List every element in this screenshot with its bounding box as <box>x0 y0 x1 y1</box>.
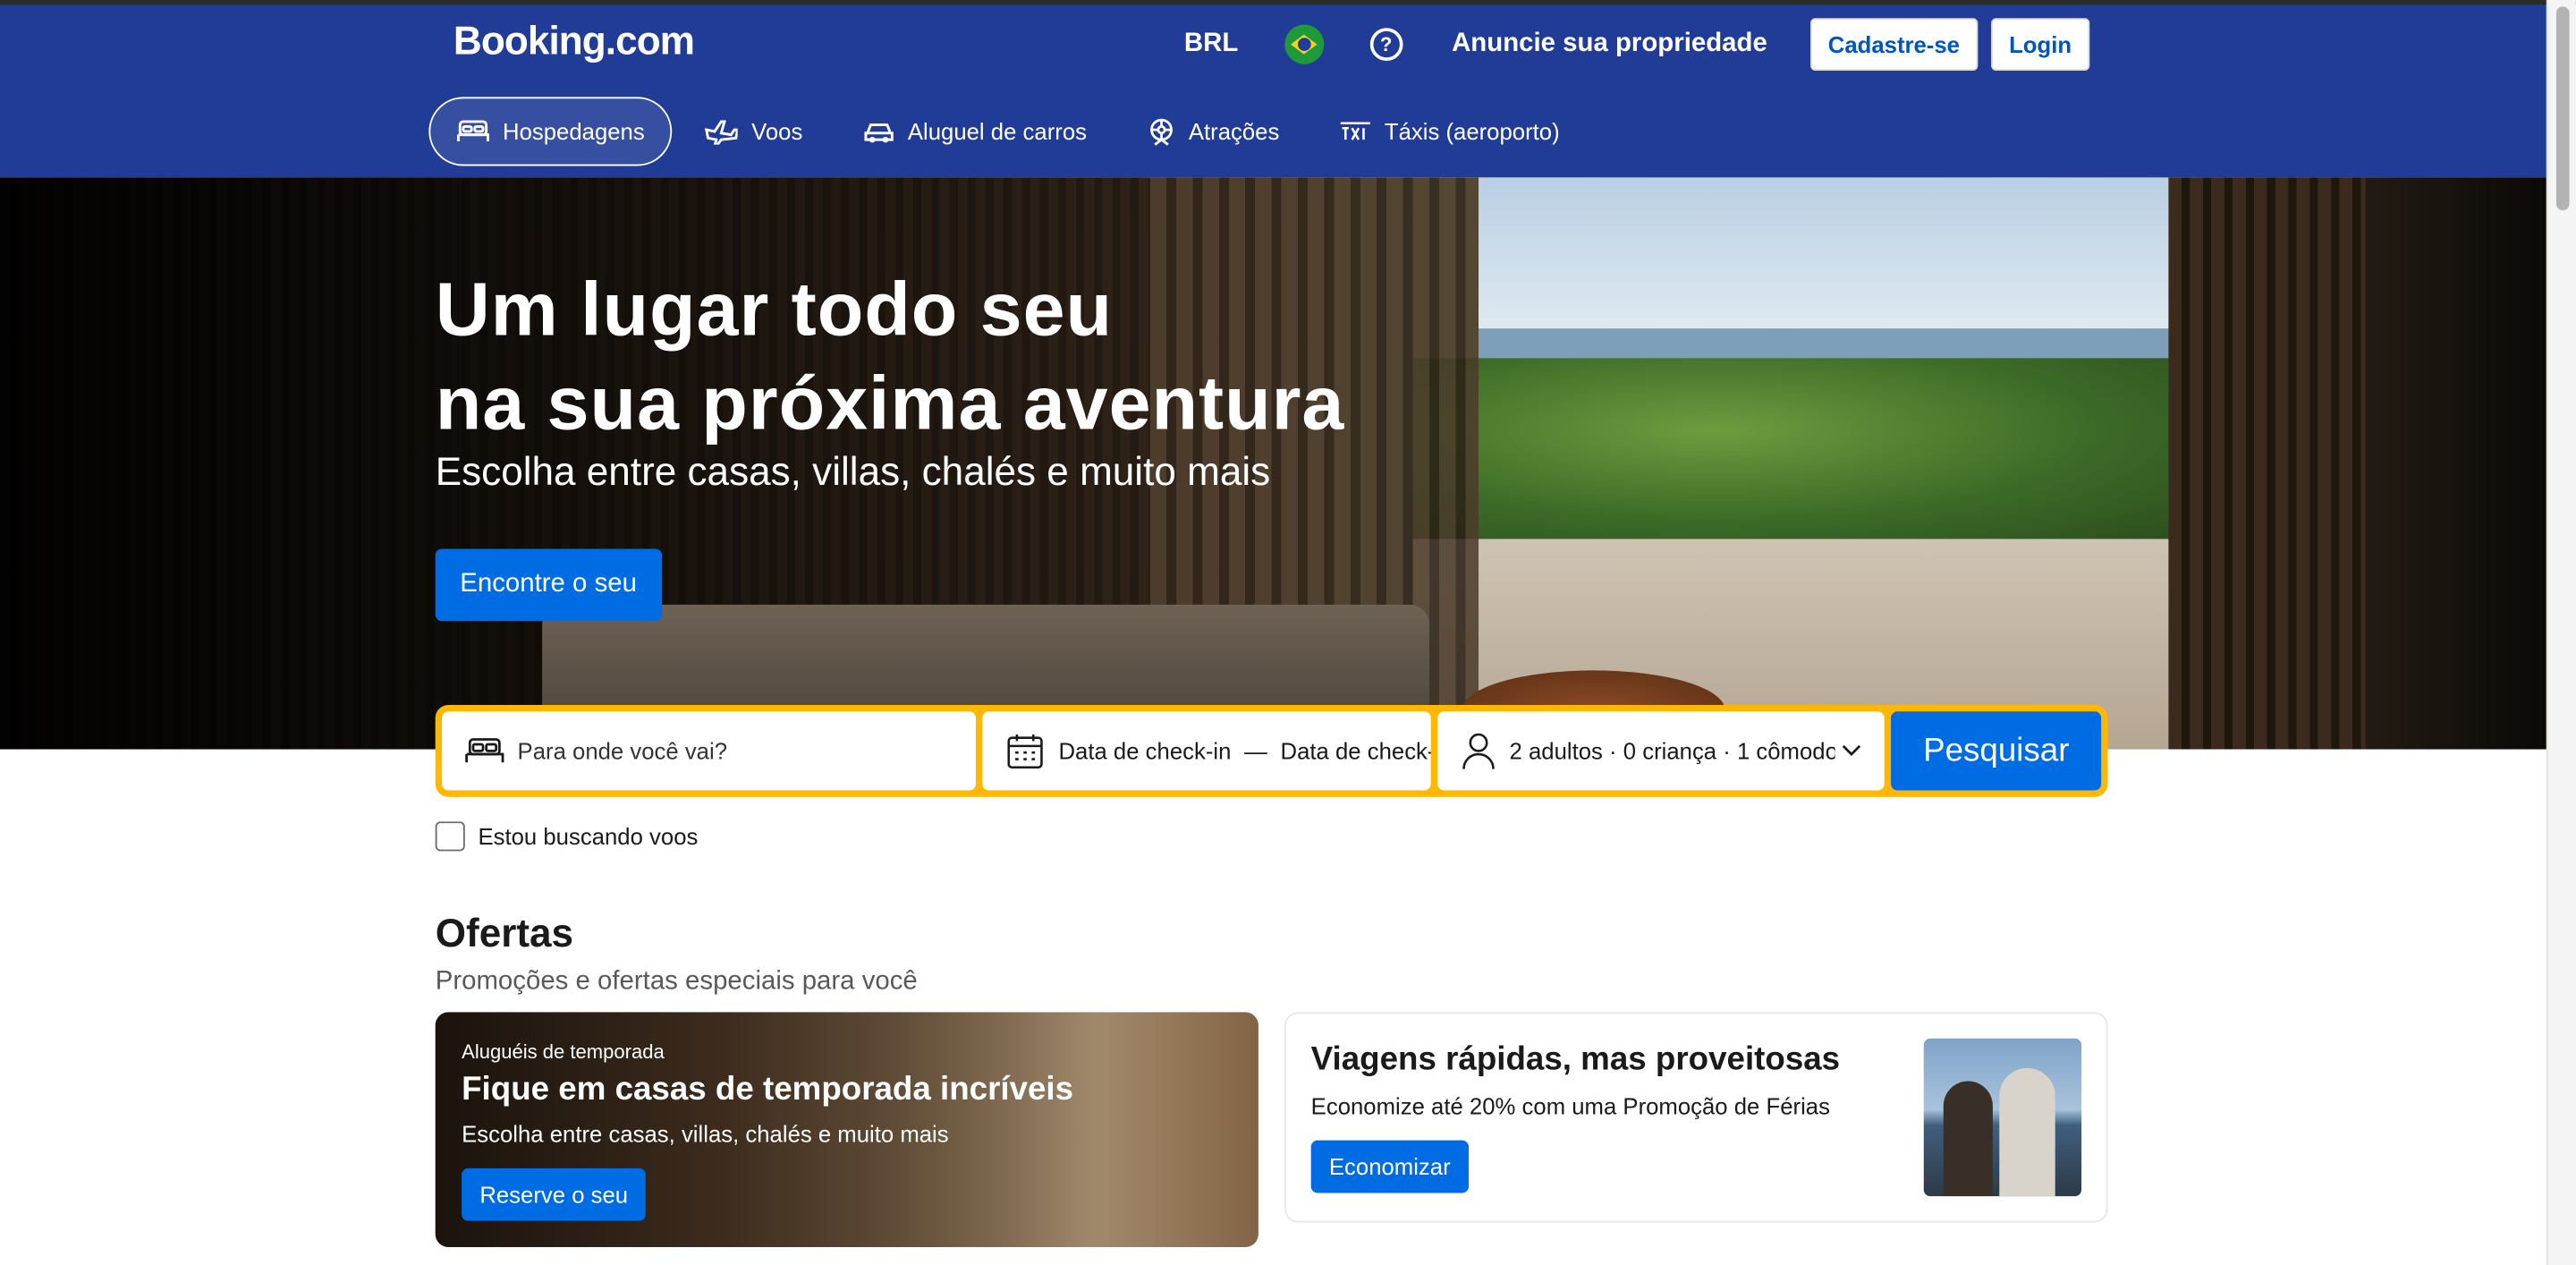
plane-icon <box>705 120 739 145</box>
page-scrollbar[interactable] <box>2546 0 2576 1265</box>
hero-image-wood-slats-right <box>2168 177 2366 750</box>
hero-title: Um lugar todo seu na sua próxima aventur… <box>436 263 1345 450</box>
find-yours-button[interactable]: Encontre o seu <box>435 548 662 622</box>
booking-logo[interactable]: Booking.com <box>453 20 695 65</box>
flights-checkbox-label: Estou buscando voos <box>478 823 699 850</box>
destination-placeholder: Para onde você vai? <box>517 737 727 765</box>
nav-item-label: Hospedagens <box>503 118 645 145</box>
date-picker[interactable]: Data de check-in — Data de check-out <box>982 711 1431 791</box>
attractions-icon <box>1149 118 1173 146</box>
search-bar: Para onde você vai? Data de check-in — D… <box>435 704 2108 797</box>
offers-title: Ofertas <box>435 912 574 956</box>
bed-icon <box>456 120 489 141</box>
nav-item-label: Aluguel de carros <box>907 118 1087 145</box>
bed-icon <box>465 738 504 763</box>
hero-image-sky <box>1479 177 2169 329</box>
nav-item-label: Atrações <box>1188 118 1280 145</box>
guests-summary: 2 adultos · 0 criança · 1 cômodo <box>1509 737 1835 765</box>
header-actions: BRL ? Anuncie sua propriedade Cadastre-s… <box>1184 18 2090 71</box>
book-yours-button[interactable]: Reserve o seu <box>462 1167 647 1221</box>
card-description: Escolha entre casas, villas, chalés e mu… <box>462 1120 949 1148</box>
nav-item-label: Táxis (aeroporto) <box>1384 118 1560 145</box>
flights-checkbox-row[interactable]: Estou buscando voos <box>435 821 699 852</box>
person-icon <box>1462 733 1495 769</box>
offers-subtitle: Promoções e ofertas especiais para você <box>435 967 918 997</box>
car-icon <box>863 123 893 143</box>
couple-photo <box>1923 1038 2082 1197</box>
product-nav: Hospedagens Voos Aluguel de carros Atraç… <box>428 97 1592 166</box>
login-button[interactable]: Login <box>1990 18 2090 71</box>
page: Booking.com BRL ? Anuncie sua propriedad… <box>0 0 2576 1265</box>
nav-item-flights[interactable]: Voos <box>679 97 828 166</box>
nav-item-car-rentals[interactable]: Aluguel de carros <box>835 97 1113 166</box>
guests-selector[interactable]: 2 adultos · 0 criança · 1 cômodo <box>1436 711 1885 791</box>
destination-input[interactable]: Para onde você vai? <box>442 711 977 791</box>
hero-title-line-2: na sua próxima aventura <box>435 360 1345 446</box>
flights-checkbox[interactable] <box>435 821 465 852</box>
card-description: Economize até 20% com uma Promoção de Fé… <box>1310 1092 1830 1119</box>
checkin-label: Data de check-in <box>1058 737 1232 765</box>
site-header: Booking.com BRL ? Anuncie sua propriedad… <box>0 4 2546 178</box>
help-icon[interactable]: ? <box>1369 28 1402 61</box>
nav-item-attractions[interactable]: Atrações <box>1120 97 1306 166</box>
search-button[interactable]: Pesquisar <box>1891 711 2102 791</box>
card-heading: Viagens rápidas, mas proveitosas <box>1310 1041 1841 1078</box>
checkout-label: Data de check-out <box>1280 737 1431 765</box>
list-property-link[interactable]: Anuncie sua propriedade <box>1452 30 1767 59</box>
hero-banner: Um lugar todo seu na sua próxima aventur… <box>0 177 2546 750</box>
vacation-rentals-card[interactable]: Aluguéis de temporada Fique em casas de … <box>435 1012 1258 1248</box>
card-label: Aluguéis de temporada <box>462 1040 665 1064</box>
currency-selector[interactable]: BRL <box>1184 30 1238 59</box>
nav-item-label: Voos <box>751 118 803 145</box>
register-button[interactable]: Cadastre-se <box>1809 18 1979 71</box>
hero-image-sea <box>1479 328 2169 359</box>
scrollbar-thumb[interactable] <box>2555 6 2570 211</box>
card-heading: Fique em casas de temporada incríveis <box>462 1071 1074 1108</box>
calendar-icon <box>1008 734 1044 769</box>
holiday-deal-card[interactable]: Viagens rápidas, mas proveitosas Economi… <box>1284 1012 2108 1223</box>
chevron-down-icon <box>1842 744 1860 756</box>
save-button[interactable]: Economizar <box>1310 1140 1469 1193</box>
hero-image-greenery <box>1412 358 2169 539</box>
nav-item-airport-taxis[interactable]: Táxis (aeroporto) <box>1312 97 1586 166</box>
brazil-flag-icon[interactable] <box>1284 24 1324 64</box>
nav-item-stays[interactable]: Hospedagens <box>428 97 673 166</box>
hero-title-line-1: Um lugar todo seu <box>435 266 1114 352</box>
hero-subtitle: Escolha entre casas, villas, chalés e mu… <box>435 450 1271 495</box>
date-separator: — <box>1244 737 1267 765</box>
taxi-icon <box>1340 122 1370 140</box>
